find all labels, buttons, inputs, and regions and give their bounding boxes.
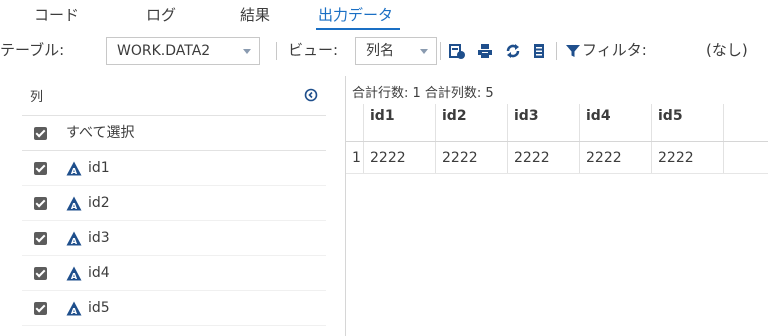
svg-text:A: A — [71, 167, 78, 176]
table-select-value: WORK.DATA2 — [117, 43, 211, 59]
column-checkbox[interactable] — [34, 162, 47, 175]
table-row[interactable]: 1 2222 2222 2222 2222 2222 — [346, 142, 768, 174]
tab-results[interactable]: 結果 — [240, 4, 270, 30]
character-type-icon: A — [66, 301, 82, 316]
data-grid: id1 id2 id3 id4 id5 1 2222 2222 2222 222… — [346, 104, 768, 174]
column-checkbox[interactable] — [34, 197, 47, 210]
filter-icon[interactable] — [564, 42, 582, 60]
toolbar-divider — [440, 42, 441, 60]
view-select[interactable]: 列名 — [355, 37, 437, 65]
columns-panel: 列 すべて選択 A id1 A id2 A id3 A id4 A id5 — [0, 76, 346, 336]
column-item-label: id5 — [88, 300, 110, 316]
svg-text:A: A — [71, 272, 78, 281]
column-item[interactable]: A id4 — [22, 256, 326, 291]
view-label: ビュー: — [288, 41, 339, 59]
column-checkbox[interactable] — [34, 302, 47, 315]
active-tab-indicator — [316, 28, 400, 30]
column-item[interactable]: A id3 — [22, 221, 326, 256]
column-checkbox[interactable] — [34, 232, 47, 245]
toolbar-divider — [556, 42, 557, 60]
tab-bar: コード ログ 結果 出力データ — [0, 0, 768, 32]
chevron-down-icon — [420, 49, 428, 54]
table-cell[interactable]: 2222 — [436, 142, 508, 173]
svg-text:A: A — [71, 237, 78, 246]
table-cell[interactable]: 2222 — [580, 142, 652, 173]
data-grid-panel: 合計行数: 1 合計列数: 5 id1 id2 id3 id4 id5 1 22… — [346, 76, 768, 336]
toolbar-divider — [276, 42, 277, 60]
select-all-row[interactable]: すべて選択 — [22, 116, 326, 151]
filter-label[interactable]: フィルタ: — [582, 39, 647, 61]
column-item[interactable]: A id5 — [22, 291, 326, 326]
svg-text:A: A — [71, 202, 78, 211]
character-type-icon: A — [66, 196, 82, 211]
tab-code[interactable]: コード — [34, 4, 79, 30]
table-select[interactable]: WORK.DATA2 — [106, 37, 260, 65]
svg-text:A: A — [71, 307, 78, 316]
column-list: すべて選択 A id1 A id2 A id3 A id4 A id5 — [22, 115, 326, 326]
character-type-icon: A — [66, 266, 82, 281]
print-icon[interactable] — [476, 42, 494, 60]
filter-value: (なし) — [706, 41, 748, 59]
column-header[interactable]: id4 — [580, 104, 652, 141]
column-header[interactable]: id1 — [364, 104, 436, 141]
chevron-down-icon — [243, 49, 251, 54]
tab-log[interactable]: ログ — [146, 4, 176, 30]
column-header[interactable]: id2 — [436, 104, 508, 141]
character-type-icon: A — [66, 161, 82, 176]
column-header[interactable]: id3 — [508, 104, 580, 141]
column-item-label: id1 — [88, 160, 110, 176]
view-select-value: 列名 — [366, 43, 394, 59]
table-cell[interactable]: 2222 — [652, 142, 724, 173]
columns-panel-title: 列 — [30, 90, 44, 105]
table-cell[interactable]: 2222 — [508, 142, 580, 173]
select-all-checkbox[interactable] — [34, 127, 47, 140]
table-cell[interactable]: 2222 — [364, 142, 436, 173]
column-item-label: id4 — [88, 265, 110, 281]
column-checkbox[interactable] — [34, 267, 47, 280]
column-item[interactable]: A id2 — [22, 186, 326, 221]
properties-icon[interactable] — [448, 42, 466, 60]
collapse-panel-icon[interactable] — [304, 88, 318, 102]
row-number: 1 — [346, 142, 364, 173]
select-all-label: すべて選択 — [66, 125, 135, 141]
column-item-label: id3 — [88, 230, 110, 246]
tab-output-data[interactable]: 出力データ — [318, 4, 393, 30]
column-item[interactable]: A id1 — [22, 151, 326, 186]
list-icon[interactable] — [530, 42, 548, 60]
grid-summary: 合計行数: 1 合計列数: 5 — [352, 86, 494, 101]
column-item-label: id2 — [88, 195, 110, 211]
grid-header-row: id1 id2 id3 id4 id5 — [346, 104, 768, 142]
row-number-header — [346, 104, 364, 141]
column-header[interactable]: id5 — [652, 104, 724, 141]
toolbar: テーブル: WORK.DATA2 ビュー: 列名 フィルタ: (なし) — [0, 32, 768, 70]
character-type-icon: A — [66, 231, 82, 246]
refresh-icon[interactable] — [504, 42, 522, 60]
table-label: テーブル: — [0, 41, 65, 59]
